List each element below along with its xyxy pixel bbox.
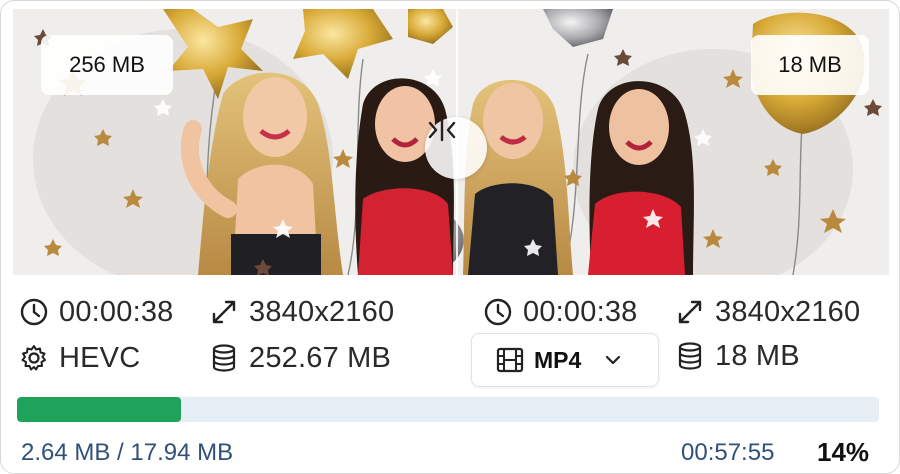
converted-size-badge: 18 MB — [751, 35, 869, 95]
output-duration-value: 00:00:38 — [523, 295, 638, 328]
chevron-down-icon — [603, 350, 623, 370]
split-compare-icon — [428, 118, 456, 142]
original-codec-value: HEVC — [59, 341, 141, 374]
output-resolution-value: 3840x2160 — [715, 295, 861, 328]
compare-slider-handle[interactable] — [425, 117, 487, 179]
original-duration: 00:00:38 — [17, 293, 174, 331]
output-resolution: 3840x2160 — [673, 293, 860, 331]
output-duration: 00:00:38 — [481, 293, 638, 331]
output-format-dropdown[interactable]: MP4 — [471, 333, 659, 387]
original-resolution-value: 3840x2160 — [249, 295, 395, 328]
original-file-size: 252.67 MB — [207, 339, 391, 377]
output-format-value: MP4 — [534, 346, 582, 373]
expand-arrows-icon — [207, 295, 241, 329]
database-icon — [207, 341, 241, 375]
original-duration-value: 00:00:38 — [59, 295, 174, 328]
converter-card: 256 MB 18 MB 00:00:38 3840x2160 HEVC 252… — [0, 0, 900, 474]
gear-icon — [17, 341, 51, 375]
output-file-size-value: 18 MB — [715, 339, 800, 372]
film-icon — [494, 344, 526, 376]
expand-arrows-icon — [673, 295, 707, 329]
database-icon — [673, 339, 707, 373]
original-file-size-value: 252.67 MB — [249, 341, 392, 374]
progress-percent: 14% — [817, 437, 870, 467]
video-preview: 256 MB 18 MB — [13, 9, 889, 275]
conversion-progress-bar — [17, 397, 879, 422]
original-size-badge: 256 MB — [41, 35, 173, 95]
clock-icon — [17, 295, 51, 329]
time-remaining: 00:57:55 — [681, 439, 775, 466]
output-file-size: 18 MB — [673, 337, 800, 375]
progress-fill — [17, 397, 181, 422]
original-resolution: 3840x2160 — [207, 293, 394, 331]
original-codec: HEVC — [17, 339, 140, 377]
transferred-size: 2.64 MB / 17.94 MB — [21, 439, 234, 466]
clock-icon — [481, 295, 515, 329]
